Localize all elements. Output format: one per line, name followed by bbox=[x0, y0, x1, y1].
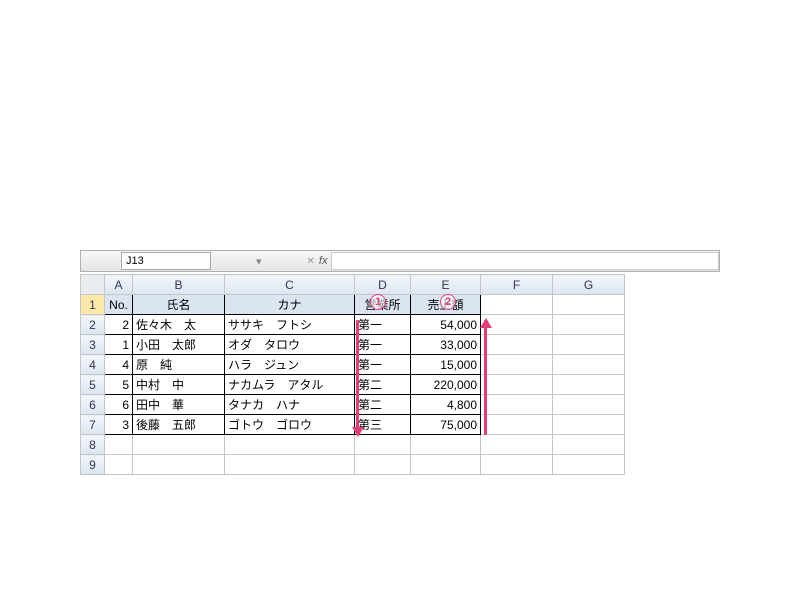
cell[interactable] bbox=[105, 435, 133, 455]
cell[interactable]: 原 純 bbox=[133, 355, 225, 375]
cell[interactable]: ササキ フトシ bbox=[225, 315, 355, 335]
cancel-icon[interactable]: ✕ bbox=[307, 256, 315, 267]
cell-header-name[interactable]: 氏名 bbox=[133, 295, 225, 315]
cell[interactable]: 中村 中 bbox=[133, 375, 225, 395]
cell[interactable]: 佐々木 太 bbox=[133, 315, 225, 335]
cell[interactable]: 5 bbox=[105, 375, 133, 395]
cell[interactable] bbox=[481, 435, 553, 455]
cell[interactable] bbox=[105, 455, 133, 475]
cell[interactable]: 第一 bbox=[355, 355, 411, 375]
cell[interactable] bbox=[553, 395, 625, 415]
cell[interactable] bbox=[411, 435, 481, 455]
arrow-up-icon bbox=[484, 320, 487, 435]
cell[interactable] bbox=[553, 335, 625, 355]
row-header-9[interactable]: 9 bbox=[81, 455, 105, 475]
cell[interactable] bbox=[481, 375, 553, 395]
cell[interactable]: 54,000 bbox=[411, 315, 481, 335]
circle-2-icon: 2 bbox=[440, 294, 456, 310]
cell[interactable]: 6 bbox=[105, 395, 133, 415]
cell[interactable] bbox=[133, 435, 225, 455]
cell[interactable] bbox=[481, 335, 553, 355]
cell[interactable] bbox=[553, 435, 625, 455]
row-header-4[interactable]: 4 bbox=[81, 355, 105, 375]
col-header-d[interactable]: D bbox=[355, 275, 411, 295]
cell[interactable] bbox=[481, 455, 553, 475]
cell[interactable]: 1 bbox=[105, 335, 133, 355]
row-header-7[interactable]: 7 bbox=[81, 415, 105, 435]
cell[interactable] bbox=[553, 355, 625, 375]
cell-header-kana[interactable]: カナ bbox=[225, 295, 355, 315]
cell[interactable]: 第二 bbox=[355, 375, 411, 395]
cell[interactable]: タナカ ハナ bbox=[225, 395, 355, 415]
cell[interactable]: 4,800 bbox=[411, 395, 481, 415]
cell[interactable] bbox=[411, 455, 481, 475]
col-header-c[interactable]: C bbox=[225, 275, 355, 295]
cell[interactable]: ハラ ジュン bbox=[225, 355, 355, 375]
cell[interactable]: 2 bbox=[105, 315, 133, 335]
fx-label[interactable]: fx bbox=[319, 255, 328, 267]
cell[interactable]: 15,000 bbox=[411, 355, 481, 375]
row-header-5[interactable]: 5 bbox=[81, 375, 105, 395]
cell[interactable]: 3 bbox=[105, 415, 133, 435]
cell[interactable] bbox=[553, 455, 625, 475]
cell[interactable] bbox=[481, 355, 553, 375]
cell[interactable]: 第一 bbox=[355, 335, 411, 355]
cell[interactable]: ナカムラ アタル bbox=[225, 375, 355, 395]
formula-bar: J13 ▾ ✕ fx bbox=[80, 250, 720, 272]
annotation-circle-2: 2 bbox=[440, 293, 456, 310]
cell[interactable]: 75,000 bbox=[411, 415, 481, 435]
col-header-f[interactable]: F bbox=[481, 275, 553, 295]
col-header-g[interactable]: G bbox=[553, 275, 625, 295]
spreadsheet-grid: A B C D E F G 1 No. 氏名 カナ 営業所 売上額 2 2 bbox=[80, 274, 720, 475]
cell[interactable] bbox=[481, 395, 553, 415]
col-header-e[interactable]: E bbox=[411, 275, 481, 295]
select-all-corner[interactable] bbox=[81, 275, 105, 295]
col-header-b[interactable]: B bbox=[133, 275, 225, 295]
arrow-down-icon bbox=[356, 320, 359, 435]
annotation-circle-1: 1 bbox=[370, 293, 386, 310]
cell[interactable]: 4 bbox=[105, 355, 133, 375]
cell[interactable]: オダ タロウ bbox=[225, 335, 355, 355]
cell[interactable] bbox=[553, 315, 625, 335]
cell[interactable] bbox=[553, 375, 625, 395]
cell-header-no[interactable]: No. bbox=[105, 295, 133, 315]
cell[interactable] bbox=[355, 455, 411, 475]
cell[interactable]: 220,000 bbox=[411, 375, 481, 395]
col-header-a[interactable]: A bbox=[105, 275, 133, 295]
cell[interactable] bbox=[553, 415, 625, 435]
cell[interactable]: 33,000 bbox=[411, 335, 481, 355]
cell[interactable]: 田中 華 bbox=[133, 395, 225, 415]
row-header-2[interactable]: 2 bbox=[81, 315, 105, 335]
cell[interactable] bbox=[481, 415, 553, 435]
cell[interactable] bbox=[481, 295, 553, 315]
cell[interactable] bbox=[225, 455, 355, 475]
row-header-6[interactable]: 6 bbox=[81, 395, 105, 415]
cell[interactable]: ゴトウ ゴロウ bbox=[225, 415, 355, 435]
cell[interactable] bbox=[225, 435, 355, 455]
cell[interactable]: 小田 太郎 bbox=[133, 335, 225, 355]
cell[interactable] bbox=[553, 295, 625, 315]
circle-1-icon: 1 bbox=[370, 294, 386, 310]
cell[interactable]: 後藤 五郎 bbox=[133, 415, 225, 435]
formula-input[interactable] bbox=[331, 252, 719, 270]
cell[interactable] bbox=[133, 455, 225, 475]
cell[interactable]: 第一 bbox=[355, 315, 411, 335]
cell[interactable]: 第二 bbox=[355, 395, 411, 415]
row-header-8[interactable]: 8 bbox=[81, 435, 105, 455]
name-box-dropdown-icon[interactable]: ▾ bbox=[256, 255, 262, 268]
row-header-1[interactable]: 1 bbox=[81, 295, 105, 315]
name-box[interactable]: J13 bbox=[121, 252, 211, 270]
cell[interactable] bbox=[355, 435, 411, 455]
row-header-3[interactable]: 3 bbox=[81, 335, 105, 355]
sheet-table[interactable]: A B C D E F G 1 No. 氏名 カナ 営業所 売上額 2 2 bbox=[80, 274, 625, 475]
